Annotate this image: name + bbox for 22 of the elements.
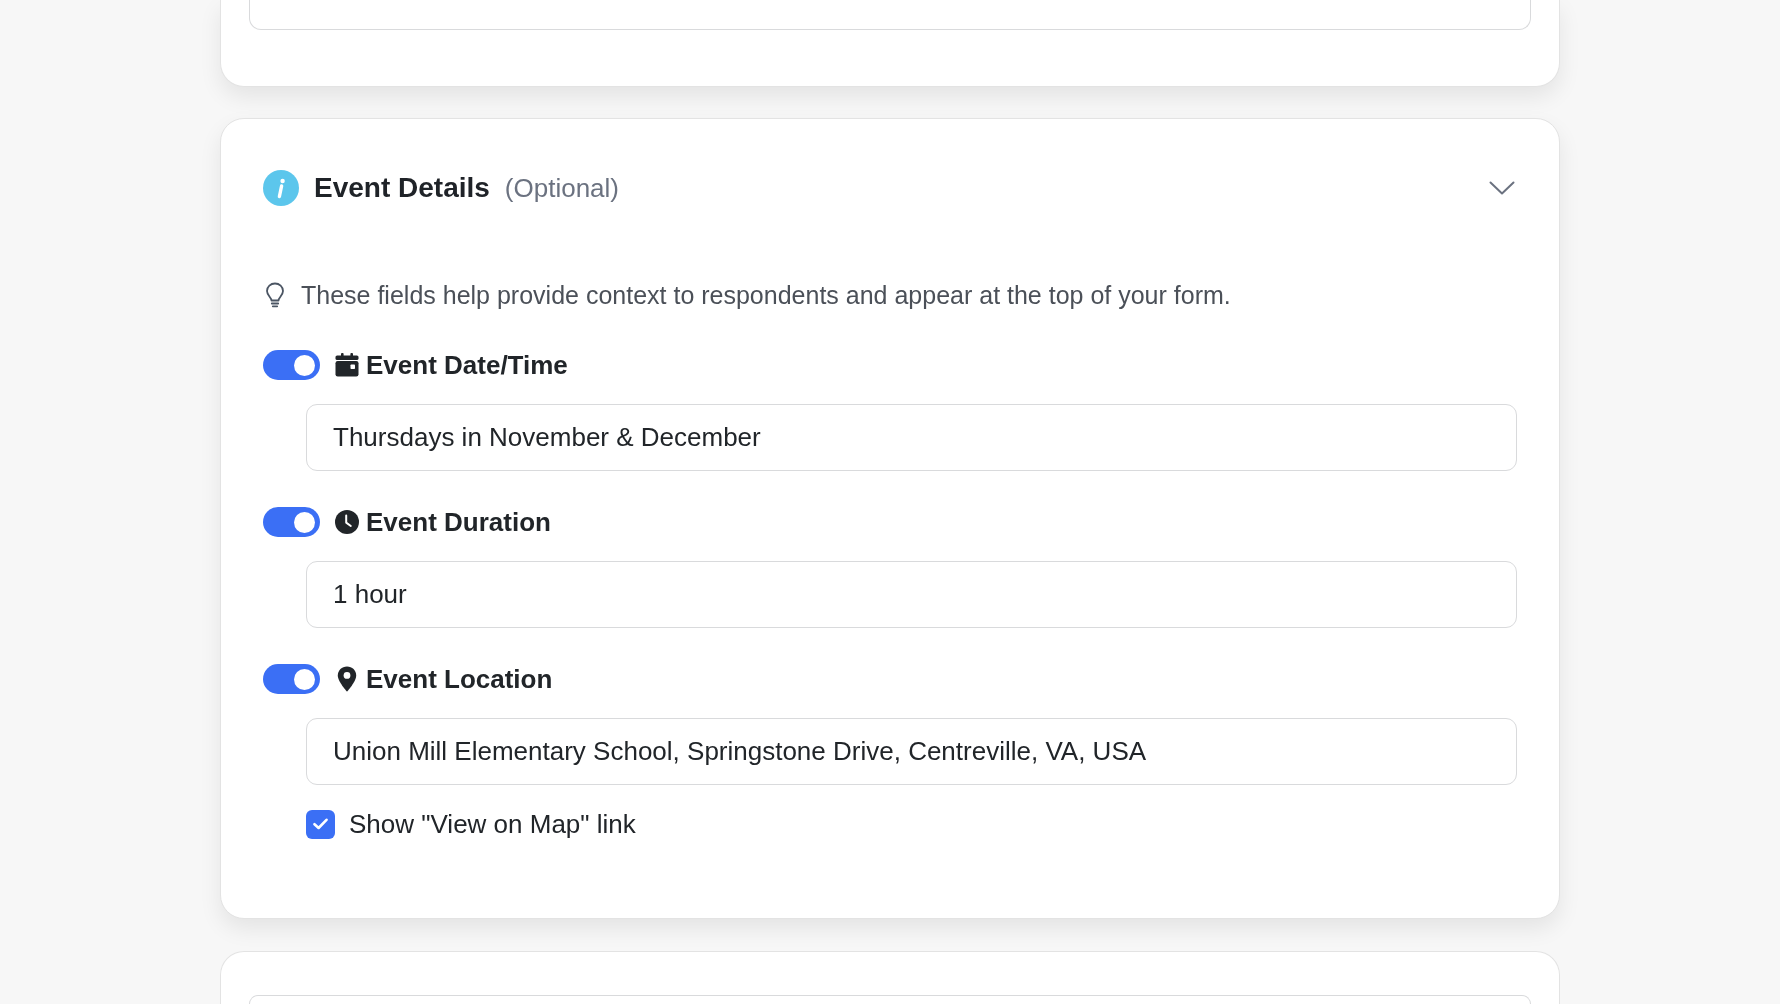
- clock-icon: [335, 510, 359, 534]
- optional-label: (Optional): [504, 172, 619, 205]
- map-pin-icon: [337, 666, 357, 692]
- toggle-switch[interactable]: [263, 350, 320, 380]
- lightbulb-icon: [265, 282, 285, 308]
- input-field[interactable]: Union Mill Elementary School, Springstone Drive, Centreville, VA, USA: [306, 718, 1517, 785]
- input-field[interactable]: Thursdays in November & December: [306, 404, 1517, 471]
- input-field[interactable]: 1 hour: [306, 561, 1517, 628]
- info-icon: [263, 170, 299, 206]
- toggle-switch[interactable]: [263, 664, 320, 694]
- checkbox[interactable]: [306, 809, 335, 839]
- field-label: Event Duration: [366, 507, 551, 537]
- check-icon: [313, 818, 328, 830]
- calendar-icon: [335, 353, 359, 377]
- input-field[interactable]: [249, 0, 1531, 30]
- field-label: Event Date/Time: [366, 350, 568, 380]
- field-label: Event Location: [366, 664, 553, 694]
- toggle-switch[interactable]: [263, 507, 320, 537]
- checkbox-label: Show "View on Map" link: [349, 809, 636, 839]
- section-title: Event Details: [314, 171, 490, 205]
- hint-text: These fields help provide context to respondents and appear at the top of your form.: [301, 280, 1231, 310]
- chevron-down-icon[interactable]: [1489, 181, 1515, 195]
